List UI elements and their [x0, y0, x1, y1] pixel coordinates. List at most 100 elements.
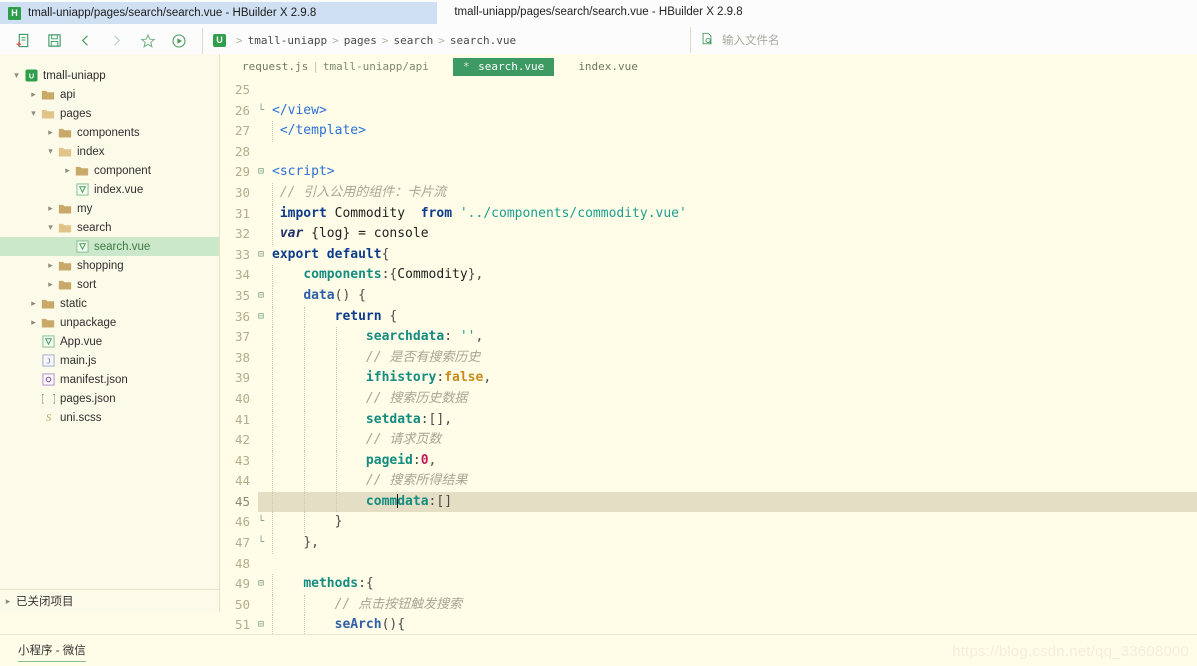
code-token-italic: var [279, 226, 304, 242]
chevron-right-icon[interactable]: ▸ [44, 199, 57, 218]
tree-item-static[interactable]: ▸ static [0, 294, 219, 313]
tree-item-component[interactable]: ▸ component [0, 161, 219, 180]
favorite-star-icon[interactable] [132, 28, 163, 54]
code-fold-marker[interactable]: ⊟ [255, 245, 267, 266]
code-fold-marker[interactable]: ⊟ [255, 574, 267, 595]
code-line[interactable]: 46 └ } [220, 512, 1197, 534]
chevron-right-icon[interactable]: ▸ [44, 275, 57, 294]
code-line[interactable]: 38 // 是否有搜索历史 [220, 347, 1197, 369]
code-fold-marker[interactable]: ⊟ [255, 615, 267, 635]
vue-file-icon [74, 183, 90, 196]
code-line[interactable]: 34 components:{Commodity}, [220, 265, 1197, 286]
code-line[interactable]: 45 commdata:[] [220, 491, 1197, 513]
run-icon[interactable] [163, 28, 194, 54]
breadcrumb-item-search[interactable]: search [393, 34, 433, 47]
code-token-sp [272, 473, 366, 488]
tree-item-label: unpackage [60, 316, 117, 329]
code-line[interactable]: 26 └ </view> [220, 101, 1197, 122]
code-fold-marker[interactable]: ⊟ [255, 307, 267, 328]
code-line[interactable]: 43 pageid:0, [220, 450, 1197, 472]
code-line[interactable]: 30 // 引入公用的组件：卡片流 [220, 182, 1197, 204]
tree-item-label: tmall-uniapp [43, 69, 106, 82]
breadcrumb-item-project[interactable]: tmall-uniapp [248, 34, 327, 47]
tree-item-index-vue[interactable]: index.vue [0, 180, 219, 199]
tree-item-tmall-uniapp[interactable]: ▾ Utmall-uniapp [0, 66, 219, 85]
editor-tab-index-vue[interactable]: index.vue [568, 58, 648, 76]
breadcrumb-item-pages[interactable]: pages [344, 34, 377, 47]
chevron-down-icon[interactable]: ▾ [27, 104, 40, 123]
code-line[interactable]: 50 // 点击按钮触发搜索 [220, 594, 1197, 616]
tree-item-search[interactable]: ▾ search [0, 218, 219, 237]
window-tab[interactable]: H tmall-uniapp/pages/search/search.vue -… [0, 2, 437, 24]
editor-tab-search-vue[interactable]: * search.vue [452, 58, 555, 76]
code-line[interactable]: 47 └ }, [220, 533, 1197, 554]
code-fold-marker[interactable]: └ [255, 101, 267, 122]
tree-item-uni-scss[interactable]: Suni.scss [0, 408, 219, 427]
chevron-right-icon[interactable]: ▸ [44, 256, 57, 275]
folder-closed-icon [40, 317, 56, 329]
chevron-down-icon[interactable]: ▾ [44, 218, 57, 237]
code-line[interactable]: 51 ⊟ seArch(){ [220, 615, 1197, 635]
breadcrumb[interactable]: U > tmall-uniapp > pages > search > sear… [202, 27, 516, 54]
chevron-right-icon[interactable]: ▸ [61, 161, 74, 180]
code-line[interactable]: 42 // 请求页数 [220, 430, 1197, 451]
line-number: 32 [234, 226, 250, 242]
code-line[interactable]: 48 [220, 554, 1197, 575]
code-fold-marker[interactable]: └ [255, 512, 267, 533]
code-token-sp [272, 576, 303, 591]
code-line[interactable]: 25 [220, 80, 1197, 101]
tree-item-index[interactable]: ▾ index [0, 142, 219, 161]
tree-item-app-vue[interactable]: App.vue [0, 332, 219, 351]
file-search-box[interactable]: 输入文件名 [690, 27, 780, 53]
code-line[interactable]: 41 setdata:[], [220, 409, 1197, 431]
tree-item-label: pages [60, 107, 92, 120]
code-line[interactable]: 40 // 搜索历史数据 [220, 388, 1197, 410]
tree-item-pages-json[interactable]: [ ] pages.json [0, 389, 219, 408]
code-fold-marker[interactable]: ⊟ [255, 286, 267, 307]
breadcrumb-item-file[interactable]: search.vue [450, 34, 516, 47]
code-line[interactable]: 28 [220, 142, 1197, 163]
tree-item-label: api [60, 88, 76, 101]
chevron-right-icon[interactable]: ▸ [27, 294, 40, 313]
svg-text:J: J [46, 356, 50, 365]
run-target-label[interactable]: 小程序 - 微信 [18, 642, 86, 662]
back-icon[interactable] [70, 28, 101, 54]
tree-item-unpackage[interactable]: ▸ unpackage [0, 313, 219, 332]
tree-item-pages[interactable]: ▾ pages [0, 104, 219, 123]
code-line[interactable]: 27 </template> [220, 121, 1197, 142]
tree-item-shopping[interactable]: ▸ shopping [0, 256, 219, 275]
tree-item-manifest-json[interactable]: manifest.json [0, 370, 219, 389]
code-line[interactable]: 39 ifhistory:false, [220, 368, 1197, 389]
chevron-right-icon[interactable]: ▸ [27, 313, 40, 332]
code-line[interactable]: 33 ⊟ export default{ [220, 245, 1197, 266]
code-line[interactable]: 49 ⊟ methods:{ [220, 574, 1197, 595]
chevron-down-icon[interactable]: ▾ [10, 66, 23, 85]
code-line[interactable]: 36 ⊟ return { [220, 306, 1197, 328]
chevron-right-icon[interactable]: ▸ [44, 123, 57, 142]
tree-item-main-js[interactable]: Jmain.js [0, 351, 219, 370]
closed-projects-row[interactable]: ▸ 已关闭项目 [0, 589, 219, 612]
code-token-comment: // 引入公用的组件：卡片流 [279, 184, 447, 200]
code-area[interactable]: 25 26 └ </view> 27 </template> 28 29 ⊟ <script> 3… [220, 80, 1197, 635]
code-line[interactable]: 44 // 搜索所得结果 [220, 471, 1197, 492]
tree-item-api[interactable]: ▸ api [0, 85, 219, 104]
new-file-icon[interactable] [8, 28, 39, 54]
title-bar: H tmall-uniapp/pages/search/search.vue -… [0, 0, 1197, 28]
chevron-down-icon[interactable]: ▾ [44, 142, 57, 161]
code-line[interactable]: 35 ⊟ data() { [220, 285, 1197, 307]
tree-item-my[interactable]: ▸ my [0, 199, 219, 218]
forward-icon[interactable] [101, 28, 132, 54]
code-token-sp [272, 185, 280, 200]
code-fold-marker[interactable]: ⊟ [255, 162, 267, 183]
code-line[interactable]: 29 ⊟ <script> [220, 162, 1197, 183]
code-fold-marker[interactable]: └ [255, 533, 267, 554]
tree-item-search-vue[interactable]: search.vue [0, 237, 219, 256]
code-line[interactable]: 37 searchdata: '', [220, 327, 1197, 348]
save-icon[interactable] [39, 28, 70, 54]
code-line[interactable]: 31 import Commodity from '../components/… [220, 203, 1197, 225]
tree-item-sort[interactable]: ▸ sort [0, 275, 219, 294]
chevron-right-icon[interactable]: ▸ [27, 85, 40, 104]
code-line[interactable]: 32 var {log} = console [220, 224, 1197, 245]
tree-item-components[interactable]: ▸ components [0, 123, 219, 142]
editor-tab-request-js[interactable]: request.js | tmall-uniapp/api [232, 58, 439, 76]
